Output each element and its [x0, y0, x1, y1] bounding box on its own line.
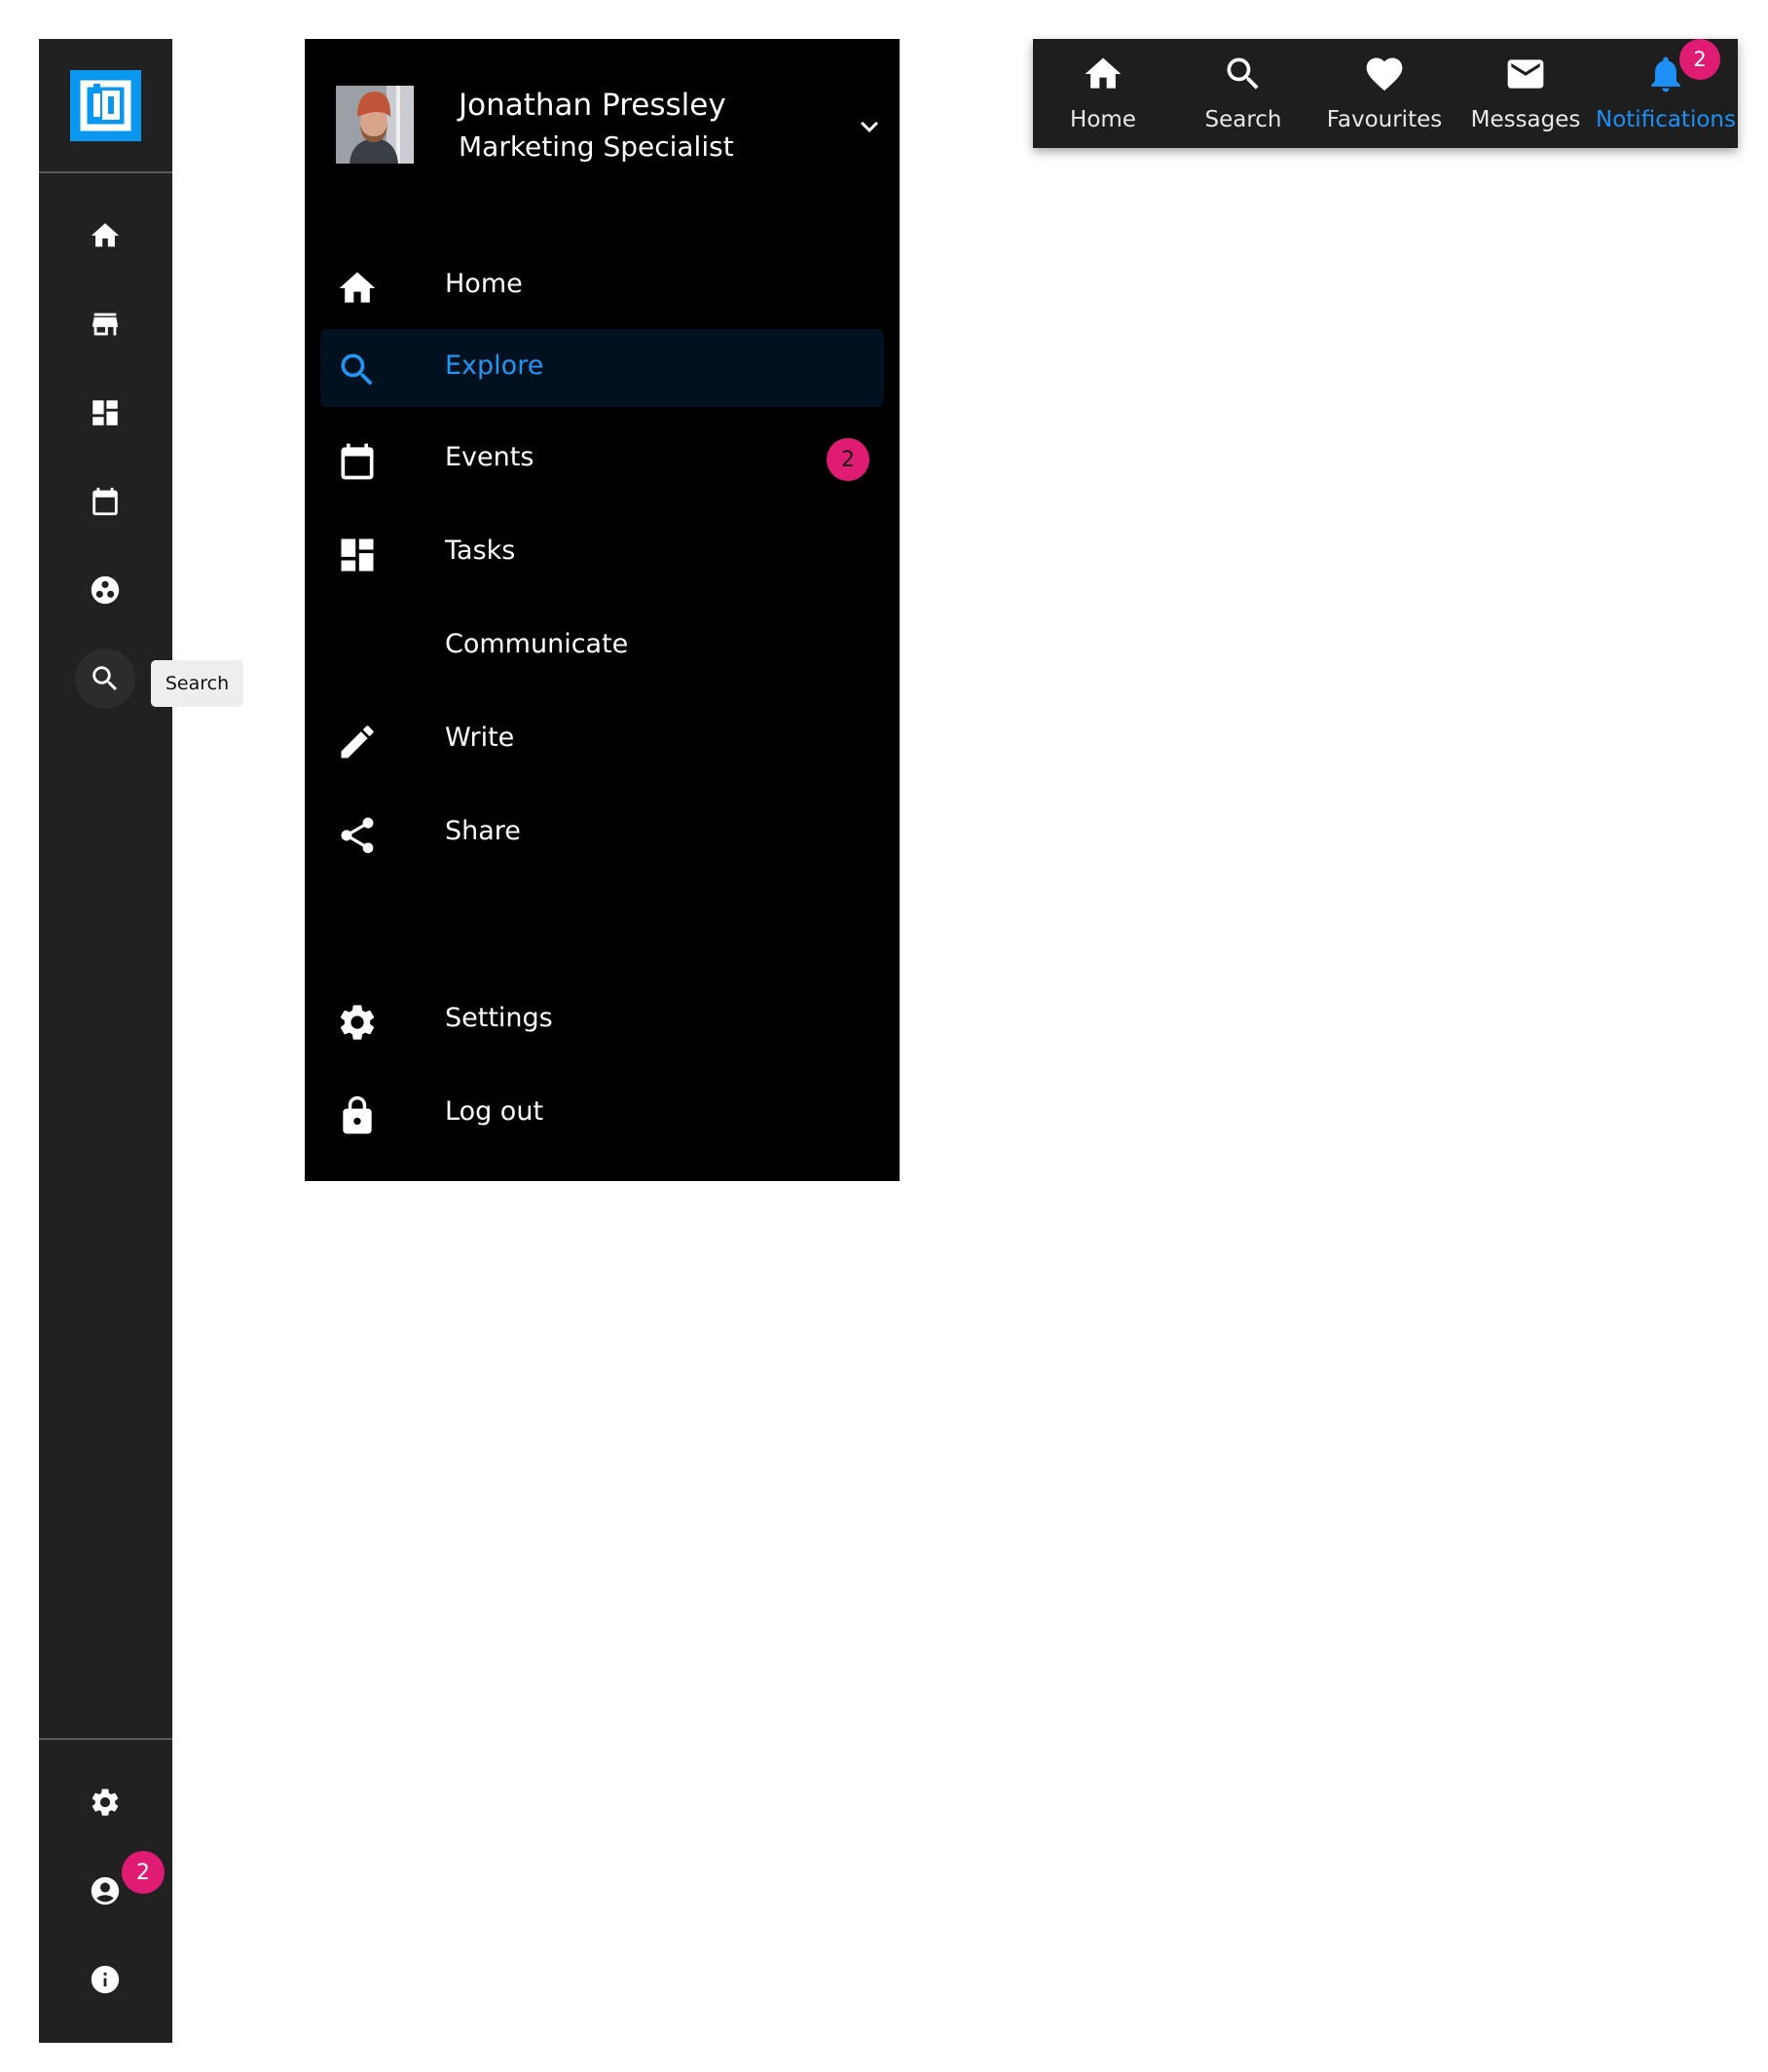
- bottom-nav-label: Messages: [1470, 107, 1581, 132]
- notifications-badge: 2: [1679, 39, 1720, 80]
- user-profile[interactable]: Jonathan Pressley Marketing Specialist: [336, 86, 881, 167]
- calendar-icon: [336, 440, 379, 483]
- rail-item-info[interactable]: [75, 1949, 135, 2010]
- rail-item-search[interactable]: [75, 648, 135, 709]
- bottom-nav-label: Favourites: [1326, 107, 1443, 132]
- navigation-drawer: Jonathan Pressley Marketing Specialist H…: [305, 39, 900, 1181]
- drawer-item-label: Log out: [445, 1096, 544, 1127]
- search-tooltip: Search: [151, 660, 243, 707]
- rail-item-account[interactable]: 2: [75, 1851, 165, 1921]
- user-name: Jonathan Pressley: [459, 88, 726, 123]
- search-icon: [1222, 53, 1265, 95]
- icon-rail: 2: [39, 39, 172, 2043]
- chevron-down-icon[interactable]: [852, 109, 887, 144]
- search-icon: [92, 666, 118, 691]
- rail-divider-top: [39, 171, 172, 173]
- drawer-item-label: Write: [445, 722, 515, 753]
- share-icon: [336, 814, 379, 857]
- brand-logo[interactable]: [70, 70, 141, 141]
- bottom-nav-messages[interactable]: Messages: [1455, 39, 1596, 148]
- pencil-icon: [336, 721, 379, 763]
- rail-item-home[interactable]: [75, 205, 135, 266]
- bottom-nav-favourites[interactable]: Favourites: [1314, 39, 1455, 148]
- home-icon: [1082, 53, 1124, 95]
- heart-icon: [1363, 53, 1406, 95]
- bottom-navigation-bar: Home Search Favourites Messages Notifica…: [1033, 39, 1738, 148]
- bottom-nav-notifications[interactable]: Notifications 2: [1596, 39, 1736, 148]
- gear-icon: [92, 1789, 119, 1816]
- mail-icon: [1504, 53, 1547, 95]
- calendar-icon: [92, 487, 118, 516]
- drawer-item-label: Home: [445, 269, 523, 299]
- drawer-item-label: Explore: [445, 351, 544, 381]
- info-icon: [91, 1965, 120, 1994]
- drawer-item-events[interactable]: Events 2: [320, 421, 884, 499]
- drawer-item-label: Share: [445, 816, 521, 846]
- lock-icon: [336, 1094, 379, 1137]
- bottom-nav-search[interactable]: Search: [1173, 39, 1313, 148]
- gear-icon: [336, 1001, 379, 1044]
- account-icon: [91, 1876, 120, 1906]
- rail-item-calendar[interactable]: [75, 471, 135, 532]
- drawer-item-tasks[interactable]: Tasks: [320, 514, 884, 592]
- drawer-item-settings[interactable]: Settings: [320, 981, 884, 1059]
- rail-item-settings[interactable]: [75, 1772, 135, 1832]
- drawer-item-home[interactable]: Home: [320, 247, 884, 325]
- drawer-item-label: Events: [445, 442, 534, 472]
- bottom-nav-label: Home: [1070, 107, 1136, 132]
- events-badge: 2: [827, 438, 869, 481]
- bottom-nav-label: Notifications: [1596, 107, 1736, 132]
- community-icon: [91, 575, 120, 605]
- search-icon: [336, 349, 379, 391]
- drawer-item-communicate[interactable]: Communicate: [320, 608, 884, 685]
- store-icon: [92, 313, 118, 336]
- drawer-item-explore[interactable]: Explore: [320, 329, 884, 407]
- bottom-nav-home[interactable]: Home: [1033, 39, 1173, 148]
- dashboard-icon: [92, 400, 118, 426]
- rail-item-community[interactable]: [75, 560, 135, 620]
- drawer-item-write[interactable]: Write: [320, 701, 884, 779]
- drawer-item-label: Settings: [445, 1003, 553, 1033]
- drawer-item-share[interactable]: Share: [320, 795, 884, 872]
- user-title: Marketing Specialist: [459, 130, 734, 163]
- drawer-item-label: Communicate: [445, 629, 629, 659]
- rail-item-dashboard[interactable]: [75, 383, 135, 443]
- account-badge: 2: [122, 1851, 165, 1894]
- home-icon: [91, 223, 120, 247]
- home-icon: [336, 267, 379, 310]
- drawer-item-logout[interactable]: Log out: [320, 1075, 884, 1153]
- dashboard-icon: [336, 534, 379, 576]
- rail-item-store[interactable]: [75, 294, 135, 354]
- avatar: [336, 86, 414, 164]
- rail-divider-bottom: [39, 1738, 172, 1740]
- drawer-item-label: Tasks: [445, 536, 516, 566]
- bottom-nav-label: Search: [1204, 107, 1282, 132]
